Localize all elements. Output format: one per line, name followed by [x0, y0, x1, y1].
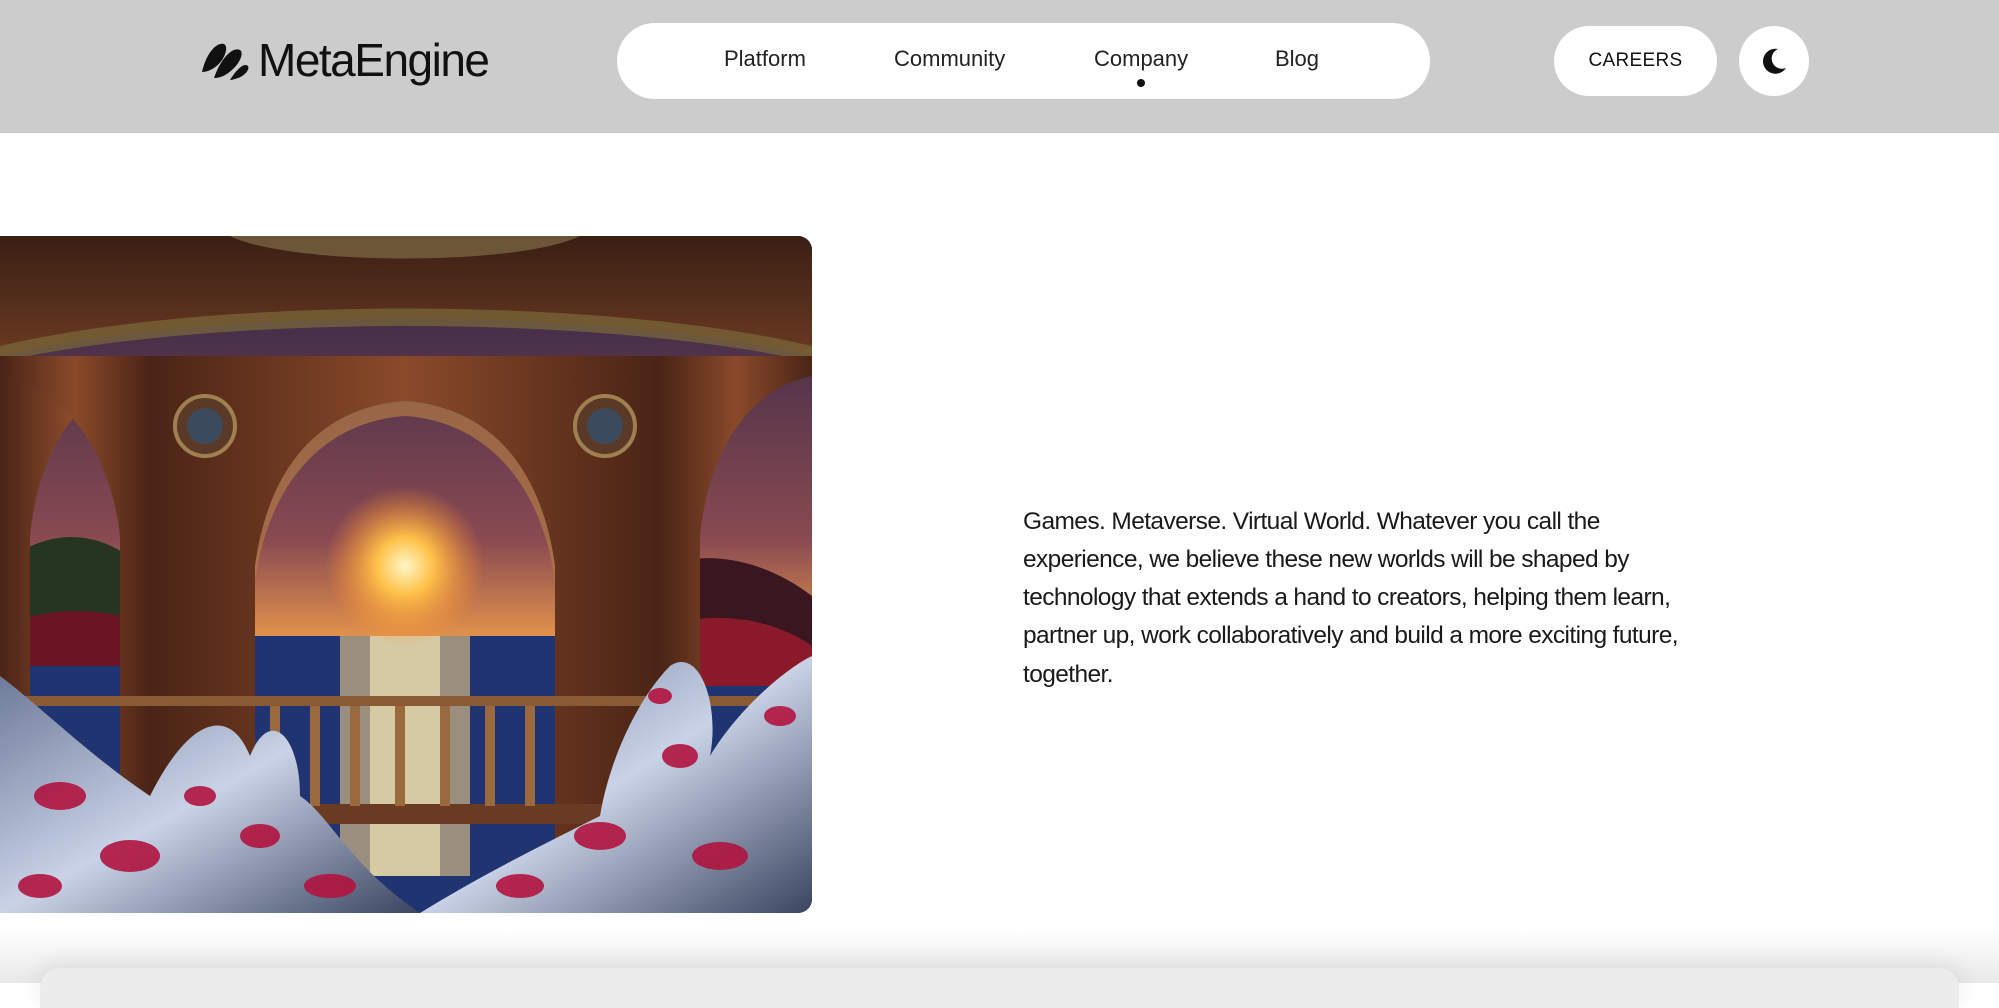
moon-icon: [1762, 48, 1786, 74]
brand-logo[interactable]: MetaEngine: [200, 34, 490, 86]
site-header: MetaEngine Platform Community Company Bl…: [0, 0, 1999, 133]
main-nav: Platform Community Company Blog: [617, 23, 1430, 99]
hero-description: Games. Metaverse. Virtual World. Whateve…: [1023, 507, 1679, 688]
brand-name: MetaEngine: [258, 34, 490, 86]
careers-label: CAREERS: [1588, 50, 1683, 71]
careers-button[interactable]: CAREERS: [1554, 26, 1717, 96]
nav-item-label: Blog: [1275, 46, 1320, 71]
next-section-card: [40, 968, 1959, 1008]
nav-item-community[interactable]: Community: [894, 23, 1005, 99]
nav-item-company[interactable]: Company: [1094, 23, 1188, 99]
nav-item-label: Company: [1094, 46, 1189, 71]
theme-toggle-button[interactable]: [1739, 26, 1809, 96]
active-indicator-dot: [1137, 79, 1146, 87]
logo-icon: [202, 43, 249, 80]
gazebo-sunset-illustration: [0, 236, 812, 913]
nav-item-label: Community: [894, 46, 1006, 71]
hero-image: [0, 236, 812, 913]
nav-item-platform[interactable]: Platform: [724, 23, 806, 99]
nav-item-blog[interactable]: Blog: [1275, 23, 1319, 99]
nav-item-label: Platform: [724, 46, 806, 71]
